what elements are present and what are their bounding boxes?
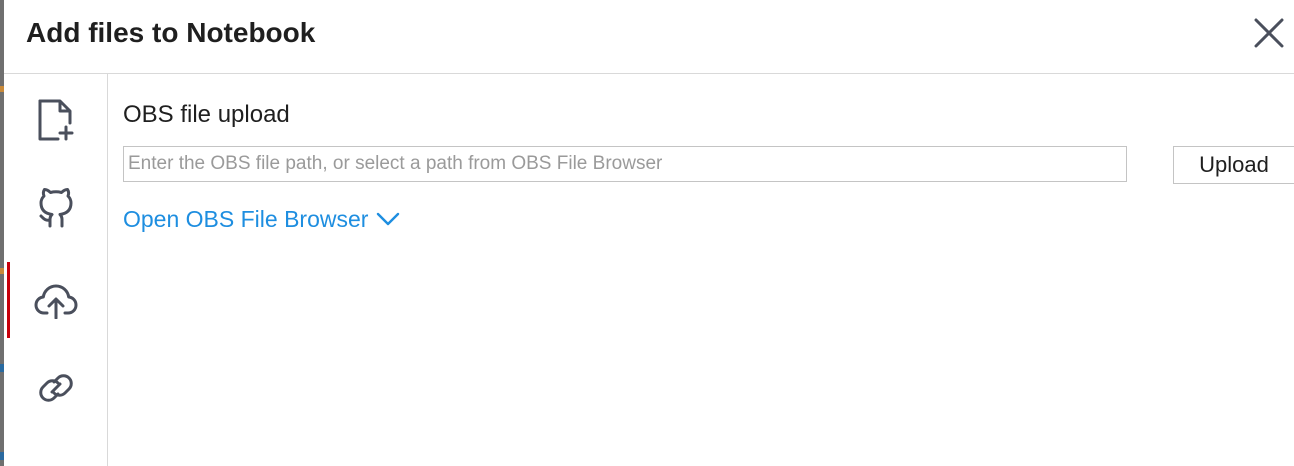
upload-button[interactable]: Upload bbox=[1173, 146, 1294, 184]
page: Add files to Notebook OBS file upload En… bbox=[0, 0, 1294, 466]
sidebar-item-link[interactable] bbox=[4, 350, 107, 426]
sidebar-item-cloud-upload[interactable] bbox=[4, 262, 107, 338]
sidebar bbox=[4, 74, 108, 466]
dialog-header: Add files to Notebook bbox=[4, 0, 1294, 74]
obs-path-input[interactable] bbox=[123, 146, 1127, 182]
close-icon bbox=[1254, 18, 1284, 48]
section-title: OBS file upload bbox=[123, 101, 290, 128]
add-files-dialog: Add files to Notebook OBS file upload En… bbox=[4, 0, 1294, 466]
obs-upload-panel: OBS file upload Upload Open OBS File Bro… bbox=[108, 74, 1294, 466]
link-icon bbox=[38, 374, 73, 402]
file-add-icon bbox=[38, 99, 73, 141]
close-button[interactable] bbox=[1252, 16, 1286, 50]
open-obs-file-browser-link[interactable]: Open OBS File Browser bbox=[123, 204, 400, 234]
browser-link-label: Open OBS File Browser bbox=[123, 206, 369, 232]
sidebar-item-github[interactable] bbox=[4, 170, 107, 246]
github-icon bbox=[39, 188, 72, 228]
cloud-upload-icon bbox=[34, 284, 77, 319]
sidebar-item-new-file[interactable] bbox=[4, 82, 107, 158]
chevron-down-icon bbox=[377, 212, 400, 226]
dialog-title: Add files to Notebook bbox=[26, 17, 316, 48]
